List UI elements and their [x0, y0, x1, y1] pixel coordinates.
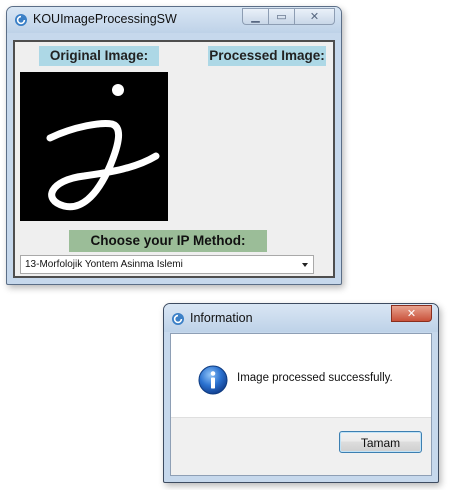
window-title: KOUImageProcessingSW — [33, 12, 177, 26]
ok-button[interactable]: Tamam — [339, 431, 422, 453]
dialog-footer: Tamam — [171, 417, 431, 475]
main-window: KOUImageProcessingSW ▁ ▭ ✕ Original Imag… — [6, 6, 342, 285]
minimize-icon: ▁ — [251, 10, 260, 23]
app-icon — [172, 313, 184, 325]
dialog-caption-buttons: ✕ — [391, 305, 432, 322]
maximize-button[interactable]: ▭ — [268, 8, 294, 25]
main-titlebar[interactable]: KOUImageProcessingSW ▁ ▭ ✕ — [7, 7, 341, 33]
dialog-titlebar[interactable]: Information ✕ — [164, 304, 438, 332]
minimize-button[interactable]: ▁ — [242, 8, 268, 25]
ip-method-dropdown[interactable]: 13-Morfolojik Yontem Asinma Islemi — [20, 255, 314, 274]
dialog-title: Information — [190, 311, 253, 325]
info-icon — [198, 365, 228, 395]
main-client-area: Original Image: Processed Image: Choose … — [13, 40, 335, 278]
dialog-message: Image processed successfully. — [237, 372, 393, 384]
app-icon — [15, 14, 27, 26]
original-image-label: Original Image: — [39, 46, 159, 66]
original-image-graphic — [46, 84, 160, 211]
maximize-icon: ▭ — [276, 10, 287, 23]
information-dialog: Information ✕ Image processed successful… — [163, 303, 439, 483]
close-icon: ✕ — [406, 307, 417, 320]
original-image — [20, 72, 168, 221]
chevron-down-icon[interactable] — [302, 263, 308, 267]
dialog-client-area: Image processed successfully. Tamam — [170, 333, 432, 476]
caption-buttons: ▁ ▭ ✕ — [242, 8, 335, 25]
close-icon: ✕ — [309, 10, 320, 23]
ip-method-selected: 13-Morfolojik Yontem Asinma Islemi — [25, 259, 183, 270]
close-button[interactable]: ✕ — [294, 8, 335, 25]
choose-method-label: Choose your IP Method: — [69, 230, 267, 252]
processed-image-label: Processed Image: — [208, 46, 326, 66]
dialog-close-button[interactable]: ✕ — [391, 305, 432, 322]
